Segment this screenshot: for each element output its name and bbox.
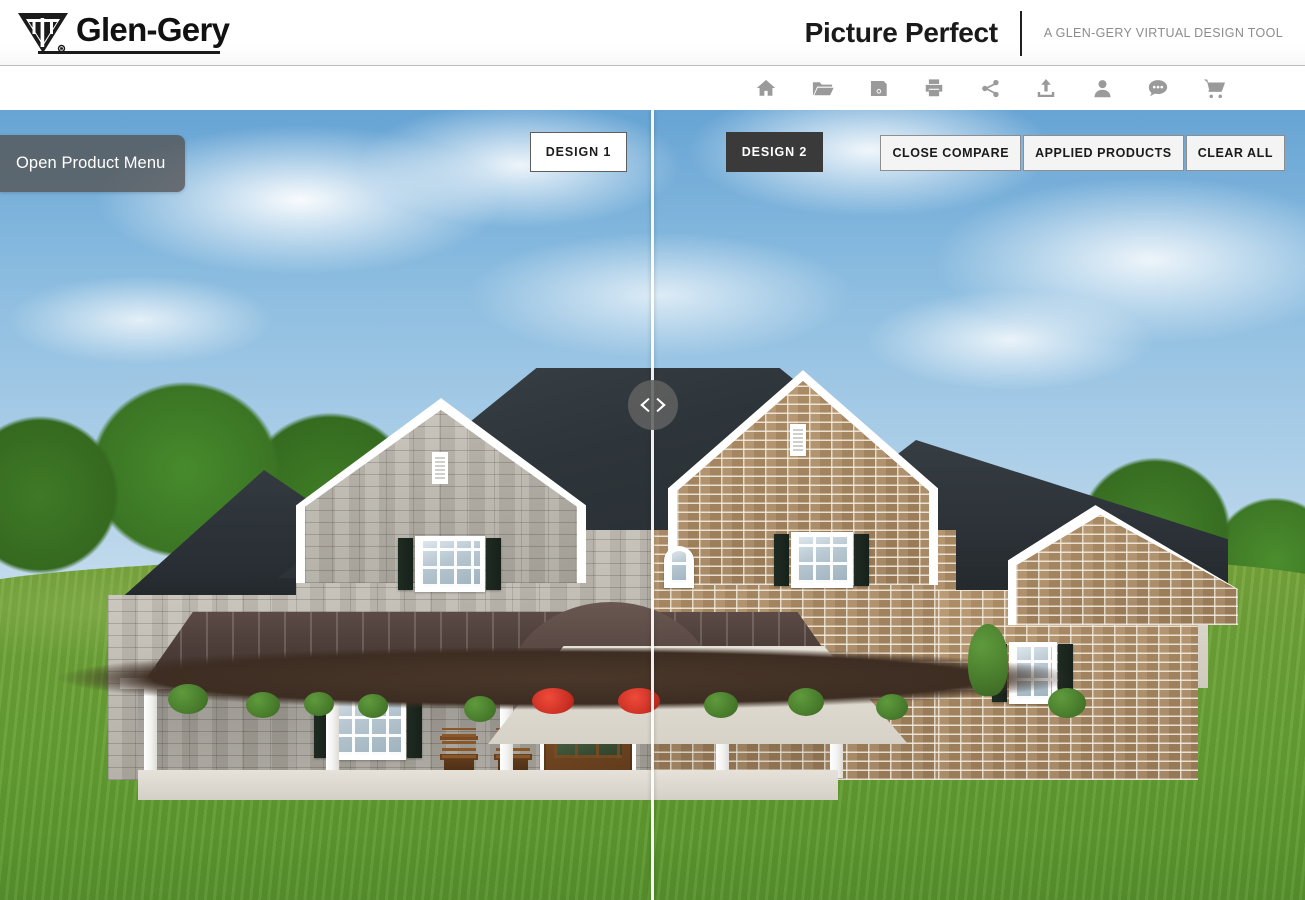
folder-open-icon — [812, 81, 834, 95]
window-upper-left — [415, 536, 485, 592]
shrub — [246, 692, 280, 718]
tab-design-1[interactable]: DESIGN 1 — [530, 132, 627, 172]
toolbar-cart-button[interactable] — [1195, 72, 1233, 104]
picture-perfect-app: Glen-Gery Picture Perfect A GLEN-GERY VI… — [0, 0, 1305, 900]
home-icon — [756, 79, 776, 96]
window-upper-right — [791, 532, 853, 588]
close-compare-button[interactable]: CLOSE COMPARE — [880, 135, 1022, 171]
shrub — [358, 694, 388, 718]
app-header: Glen-Gery Picture Perfect A GLEN-GERY VI… — [0, 0, 1305, 66]
toolbar-share-button[interactable] — [971, 72, 1009, 104]
main-toolbar — [0, 66, 1305, 110]
applied-products-button[interactable]: APPLIED PRODUCTS — [1023, 135, 1184, 171]
toolbar-open-button[interactable] — [803, 72, 841, 104]
page-subtitle: A GLEN-GERY VIRTUAL DESIGN TOOL — [1043, 26, 1283, 40]
person-icon — [1093, 79, 1111, 97]
shrub — [704, 692, 738, 718]
compare-divider[interactable] — [651, 110, 654, 900]
shutter — [398, 538, 413, 590]
open-product-menu-button[interactable]: Open Product Menu — [0, 135, 186, 192]
header-title-group: Picture Perfect A GLEN-GERY VIRTUAL DESI… — [805, 0, 1305, 66]
brand-lockup[interactable]: Glen-Gery — [0, 10, 230, 56]
design-tab-group: DESIGN 1 DESIGN 2 — [530, 132, 823, 172]
shrub — [168, 684, 208, 714]
shrub — [788, 688, 824, 716]
share-nodes-icon — [981, 79, 999, 97]
clear-all-button[interactable]: CLEAR ALL — [1185, 135, 1285, 171]
printer-icon — [925, 79, 943, 97]
shutter — [486, 538, 501, 590]
chat-bubble-icon — [1148, 80, 1168, 97]
gable-vent-left — [432, 452, 448, 484]
glen-gery-triangle-logo-icon — [18, 12, 68, 53]
tab-design-2[interactable]: DESIGN 2 — [726, 132, 823, 172]
compare-action-group: CLOSE COMPARE APPLIED PRODUCTS CLEAR ALL — [878, 135, 1285, 171]
upload-icon — [1037, 79, 1055, 97]
flower-planter — [532, 688, 574, 714]
shrub — [1048, 688, 1086, 718]
toolbar-save-button[interactable] — [859, 72, 897, 104]
toolbar-chat-button[interactable] — [1139, 72, 1177, 104]
shutter — [774, 534, 789, 586]
shutter — [854, 534, 869, 586]
title-divider — [1019, 10, 1022, 56]
page-title: Picture Perfect — [804, 17, 998, 48]
shrub — [876, 694, 908, 720]
gable-vent-right — [790, 424, 806, 456]
compare-slider-handle[interactable] — [628, 380, 678, 430]
brand-name: Glen-Gery — [76, 10, 230, 48]
toolbar-upload-button[interactable] — [1027, 72, 1065, 104]
porch-chair — [440, 728, 478, 774]
shrub — [464, 696, 496, 722]
chevron-right-icon — [656, 397, 666, 413]
chevron-left-icon — [640, 397, 650, 413]
shopping-cart-icon — [1203, 78, 1225, 98]
shrub — [304, 692, 334, 716]
toolbar-account-button[interactable] — [1083, 72, 1121, 104]
toolbar-print-button[interactable] — [915, 72, 953, 104]
design-viewport[interactable]: Open Product Menu DESIGN 1 DESIGN 2 CLOS… — [0, 110, 1305, 900]
brand-underline — [38, 50, 220, 54]
toolbar-home-button[interactable] — [747, 72, 785, 104]
save-floppy-icon — [870, 80, 887, 96]
conical-shrub — [968, 624, 1008, 696]
window-arched — [664, 546, 694, 588]
